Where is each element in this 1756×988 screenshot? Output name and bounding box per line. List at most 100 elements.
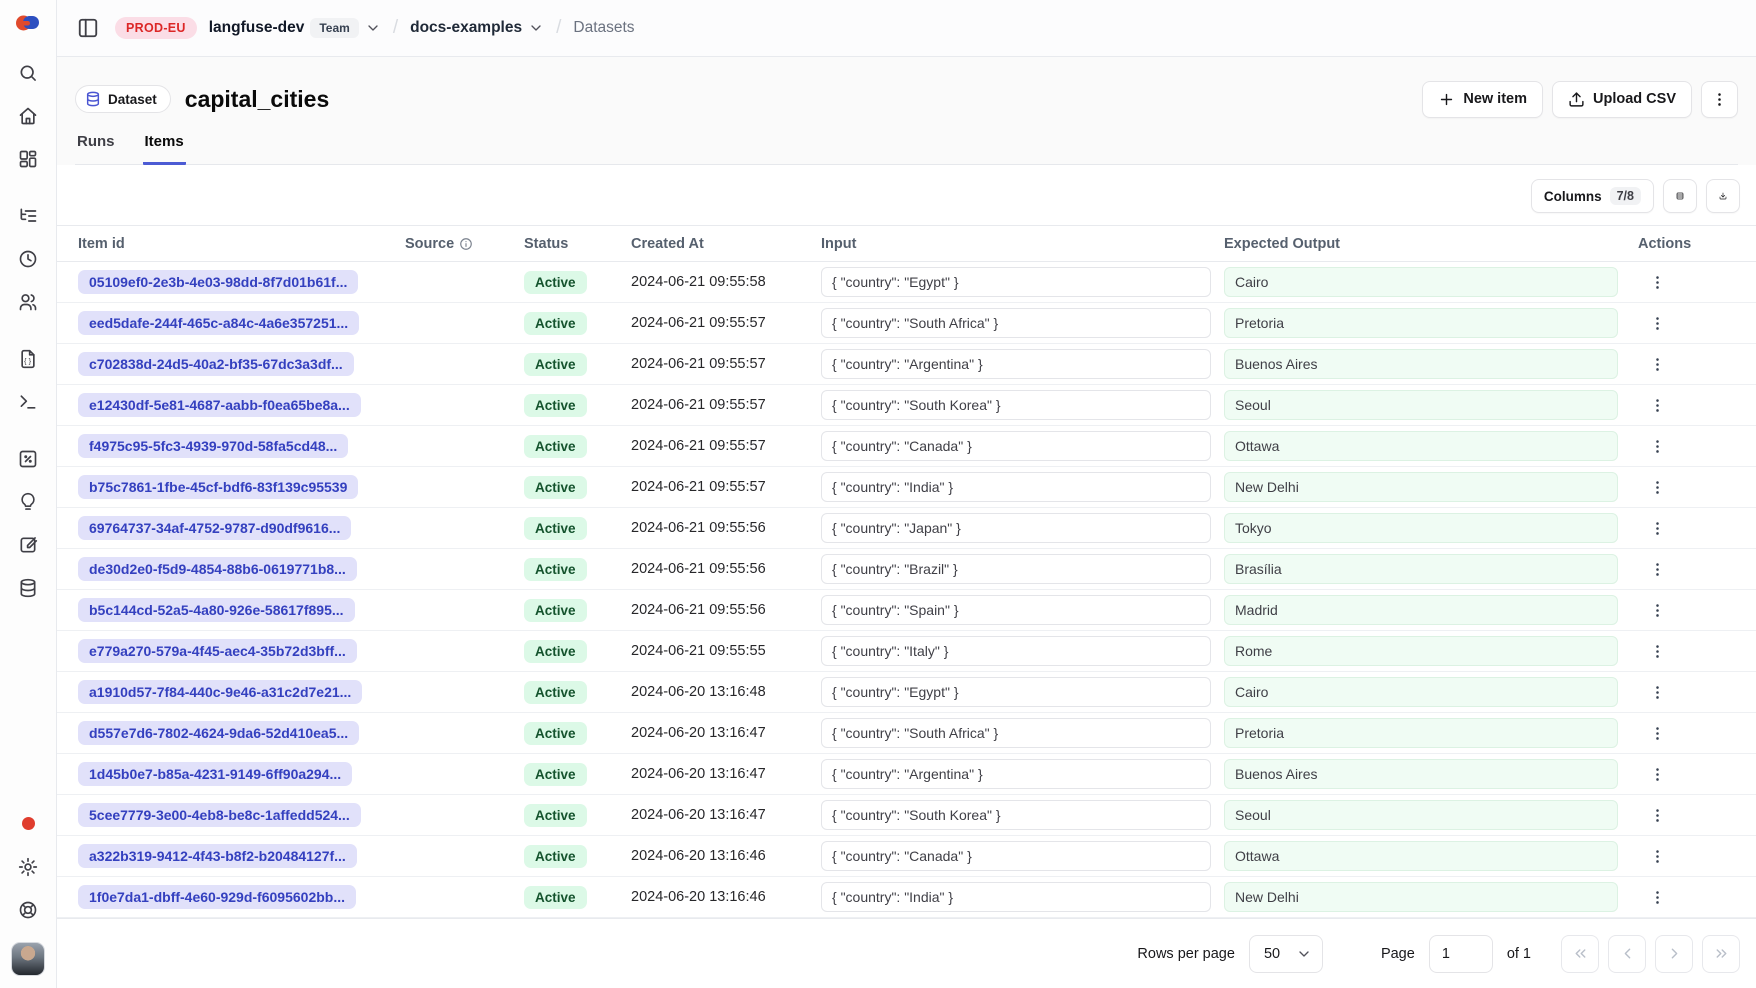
row-actions-button[interactable] [1642, 349, 1672, 379]
page-input[interactable] [1429, 935, 1493, 973]
rows-per-page-select[interactable]: 50 [1249, 935, 1323, 973]
users-icon[interactable] [11, 285, 45, 319]
input-cell[interactable]: { "country": "South Korea" } [821, 800, 1211, 830]
input-cell[interactable]: { "country": "Egypt" } [821, 677, 1211, 707]
row-actions-button[interactable] [1642, 841, 1672, 871]
download-icon[interactable] [1706, 179, 1740, 213]
expected-output-cell[interactable]: Tokyo [1224, 513, 1618, 543]
row-actions-button[interactable] [1642, 800, 1672, 830]
input-cell[interactable]: { "country": "Brazil" } [821, 554, 1211, 584]
row-actions-button[interactable] [1642, 882, 1672, 912]
clock-icon[interactable] [11, 242, 45, 276]
life-buoy-icon[interactable] [11, 893, 45, 927]
item-id-link[interactable]: 69764737-34af-4752-9787-d90df9616... [78, 516, 351, 540]
item-id-link[interactable]: a322b319-9412-4f43-b8f2-b20484127f... [78, 844, 357, 868]
project-switcher[interactable]: docs-examples [410, 19, 544, 37]
expected-output-cell[interactable]: Cairo [1224, 267, 1618, 297]
file-braces-icon[interactable]: { } [11, 342, 45, 376]
list-tree-icon[interactable] [11, 199, 45, 233]
input-cell[interactable]: { "country": "Argentina" } [821, 349, 1211, 379]
input-cell[interactable]: { "country": "South Africa" } [821, 718, 1211, 748]
page-title: capital_cities [185, 86, 329, 113]
item-id-link[interactable]: de30d2e0-f5d9-4854-88b6-0619771b8... [78, 557, 357, 581]
item-id-link[interactable]: 1f0e7da1-dbff-4e60-929d-f6095602bb... [78, 885, 356, 909]
expected-output-cell[interactable]: Buenos Aires [1224, 759, 1618, 789]
input-cell[interactable]: { "country": "Canada" } [821, 841, 1211, 871]
expected-output-cell[interactable]: Pretoria [1224, 308, 1618, 338]
row-actions-button[interactable] [1642, 595, 1672, 625]
expected-output-cell[interactable]: Ottawa [1224, 841, 1618, 871]
item-id-link[interactable]: a1910d57-7f84-440c-9e46-a31c2d7e21... [78, 680, 362, 704]
item-id-link[interactable]: eed5dafe-244f-465c-a84c-4a6e357251... [78, 311, 359, 335]
input-cell[interactable]: { "country": "Spain" } [821, 595, 1211, 625]
item-id-link[interactable]: 1d45b0e7-b85a-4231-9149-6ff90a294... [78, 762, 352, 786]
expected-output-cell[interactable]: Madrid [1224, 595, 1618, 625]
input-cell[interactable]: { "country": "India" } [821, 472, 1211, 502]
expected-output-cell[interactable]: Ottawa [1224, 431, 1618, 461]
item-id-link[interactable]: c702838d-24d5-40a2-bf35-67dc3a3df... [78, 352, 354, 376]
org-switcher[interactable]: langfuse-dev Team [209, 18, 381, 38]
info-icon[interactable] [459, 237, 473, 251]
expected-output-cell[interactable]: New Delhi [1224, 472, 1618, 502]
item-id-link[interactable]: e779a270-579a-4f45-aec4-35b72d3bff... [78, 639, 357, 663]
input-cell[interactable]: { "country": "South Africa" } [821, 308, 1211, 338]
breadcrumb-current[interactable]: Datasets [573, 19, 634, 37]
item-id-link[interactable]: b5c144cd-52a5-4a80-926e-58617f895... [78, 598, 355, 622]
input-cell[interactable]: { "country": "Argentina" } [821, 759, 1211, 789]
header-more-actions-button[interactable] [1701, 81, 1738, 118]
tab-runs[interactable]: Runs [75, 133, 117, 165]
dashboard-grid-icon[interactable] [11, 142, 45, 176]
item-id-link[interactable]: d557e7d6-7802-4624-9da6-52d410ea5... [78, 721, 359, 745]
item-id-link[interactable]: b75c7861-1fbe-45cf-bdf6-83f139c95539 [78, 475, 358, 499]
expected-output-cell[interactable]: Cairo [1224, 677, 1618, 707]
gear-icon[interactable] [11, 850, 45, 884]
columns-button[interactable]: Columns 7/8 [1531, 179, 1654, 213]
item-id-link[interactable]: f4975c95-5fc3-4939-970d-58fa5cd48... [78, 434, 348, 458]
tab-items[interactable]: Items [143, 133, 186, 165]
input-cell[interactable]: { "country": "Italy" } [821, 636, 1211, 666]
expected-output-cell[interactable]: Buenos Aires [1224, 349, 1618, 379]
last-page-button[interactable] [1702, 935, 1740, 973]
expected-output-cell[interactable]: Rome [1224, 636, 1618, 666]
row-actions-button[interactable] [1642, 431, 1672, 461]
avatar[interactable] [11, 942, 45, 976]
expected-output-cell[interactable]: Brasília [1224, 554, 1618, 584]
lightbulb-icon[interactable] [11, 485, 45, 519]
row-actions-button[interactable] [1642, 390, 1672, 420]
home-icon[interactable] [11, 99, 45, 133]
upload-csv-button[interactable]: Upload CSV [1552, 81, 1692, 118]
row-actions-button[interactable] [1642, 513, 1672, 543]
panel-left-toggle-icon[interactable] [73, 13, 103, 43]
expected-output-cell[interactable]: Seoul [1224, 390, 1618, 420]
next-page-button[interactable] [1655, 935, 1693, 973]
row-actions-button[interactable] [1642, 718, 1672, 748]
previous-page-button[interactable] [1608, 935, 1646, 973]
input-cell[interactable]: { "country": "South Korea" } [821, 390, 1211, 420]
input-cell[interactable]: { "country": "Japan" } [821, 513, 1211, 543]
clipboard-pen-icon[interactable] [11, 528, 45, 562]
search-icon[interactable] [11, 56, 45, 90]
item-id-link[interactable]: 05109ef0-2e3b-4e03-98dd-8f7d01b61f... [78, 270, 358, 294]
page-label: Page [1381, 946, 1415, 962]
item-id-link[interactable]: 5cee7779-3e00-4eb8-be8c-1affedd524... [78, 803, 361, 827]
row-actions-button[interactable] [1642, 472, 1672, 502]
row-actions-button[interactable] [1642, 759, 1672, 789]
input-cell[interactable]: { "country": "Egypt" } [821, 267, 1211, 297]
row-actions-button[interactable] [1642, 636, 1672, 666]
row-actions-button[interactable] [1642, 308, 1672, 338]
expected-output-cell[interactable]: Pretoria [1224, 718, 1618, 748]
row-height-icon[interactable] [1663, 179, 1697, 213]
first-page-button[interactable] [1561, 935, 1599, 973]
square-percent-icon[interactable] [11, 442, 45, 476]
expected-output-cell[interactable]: Seoul [1224, 800, 1618, 830]
terminal-icon[interactable] [11, 385, 45, 419]
database-icon[interactable] [11, 571, 45, 605]
row-actions-button[interactable] [1642, 554, 1672, 584]
item-id-link[interactable]: e12430df-5e81-4687-aabb-f0ea65be8a... [78, 393, 361, 417]
expected-output-cell[interactable]: New Delhi [1224, 882, 1618, 912]
new-item-button[interactable]: New item [1422, 81, 1543, 118]
row-actions-button[interactable] [1642, 267, 1672, 297]
row-actions-button[interactable] [1642, 677, 1672, 707]
input-cell[interactable]: { "country": "India" } [821, 882, 1211, 912]
input-cell[interactable]: { "country": "Canada" } [821, 431, 1211, 461]
